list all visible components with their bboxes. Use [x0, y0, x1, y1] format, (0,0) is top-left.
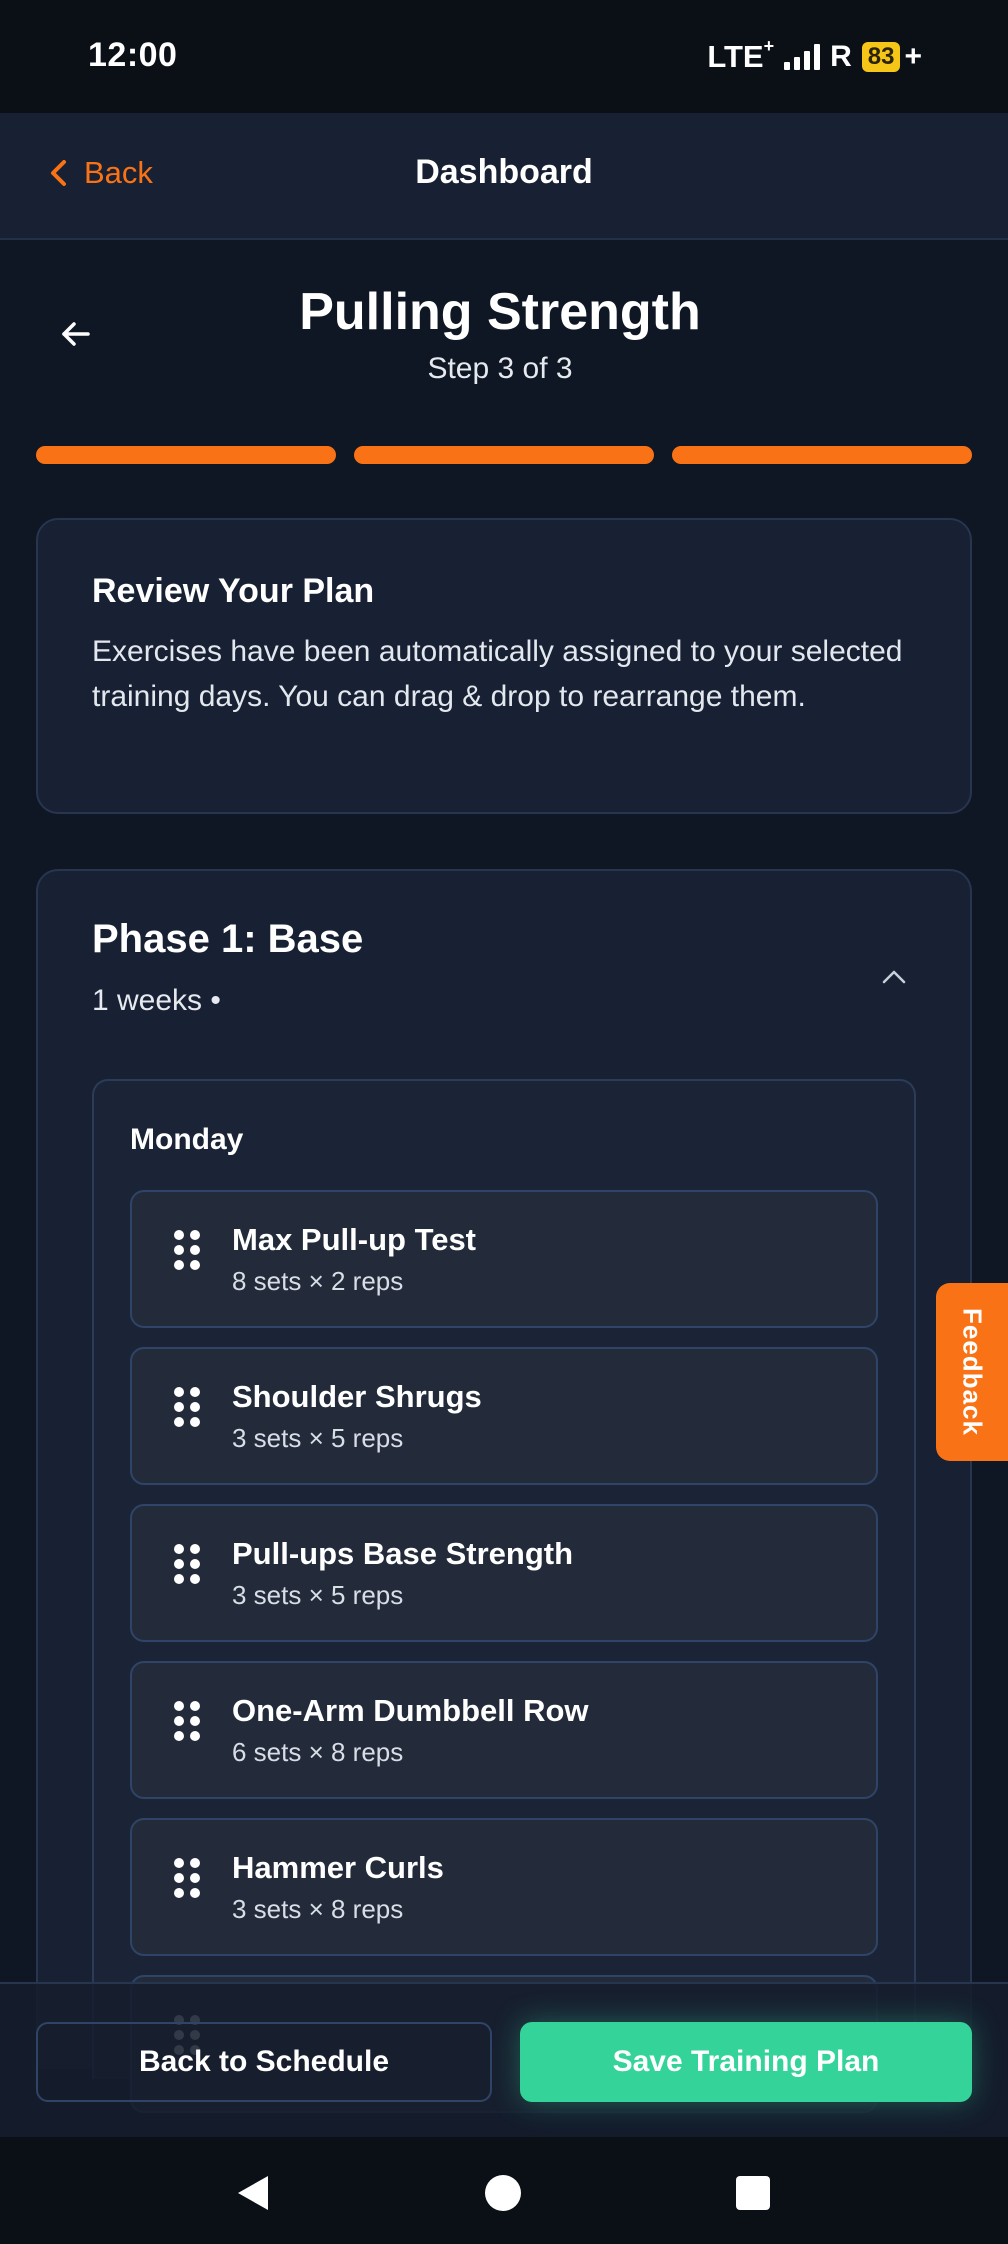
feedback-label: Feedback	[957, 1308, 988, 1436]
save-training-plan-button[interactable]: Save Training Plan	[520, 2022, 972, 2102]
phase-duration: 1 weeks •	[92, 984, 221, 1017]
triangle-back-icon[interactable]	[234, 2173, 272, 2213]
drag-handle-icon[interactable]	[174, 1544, 200, 1588]
system-navigation-bar	[0, 2137, 1008, 2244]
battery-icon: 83	[861, 42, 901, 72]
bottom-action-bar: Back to Schedule Save Training Plan	[0, 1982, 1008, 2137]
review-title: Review Your Plan	[92, 572, 375, 610]
network-type: LTE+	[707, 35, 775, 74]
phase-title: Phase 1: Base	[92, 917, 364, 961]
drag-handle-icon[interactable]	[174, 1858, 200, 1902]
roaming-indicator: R	[830, 40, 852, 73]
review-description: Exercises have been automatically assign…	[92, 635, 903, 713]
phase-card: Phase 1: Base 1 weeks • Monday Max Pull-…	[36, 869, 972, 2113]
exercise-detail: 3 sets × 5 reps	[232, 1580, 404, 1610]
exercise-item[interactable]: Hammer Curls 3 sets × 8 reps	[130, 1818, 878, 1956]
day-card-monday: Monday Max Pull-up Test 8 sets × 2 reps …	[92, 1079, 916, 2113]
status-bar: 12:00 LTE+ R 83 +	[0, 0, 1008, 113]
exercise-item[interactable]: Pull-ups Base Strength 3 sets × 5 reps	[130, 1504, 878, 1642]
step-progress-bar	[36, 446, 972, 464]
exercise-name: Pull-ups Base Strength	[232, 1536, 574, 1571]
back-to-schedule-button[interactable]: Back to Schedule	[36, 2022, 492, 2102]
progress-segment-2	[354, 446, 654, 464]
exercise-name: One-Arm Dumbbell Row	[232, 1693, 589, 1728]
chevron-up-icon[interactable]	[878, 961, 910, 993]
exercise-name: Shoulder Shrugs	[232, 1379, 482, 1414]
circle-home-icon[interactable]	[484, 2173, 522, 2213]
day-label: Monday	[130, 1123, 244, 1156]
status-icons: LTE+ R 83 +	[707, 35, 922, 76]
feedback-tab[interactable]: Feedback	[936, 1283, 1008, 1461]
exercise-name: Hammer Curls	[232, 1850, 444, 1885]
square-recents-icon[interactable]	[734, 2173, 772, 2213]
progress-segment-1	[36, 446, 336, 464]
drag-handle-icon[interactable]	[174, 1701, 200, 1745]
exercise-detail: 8 sets × 2 reps	[232, 1266, 404, 1296]
progress-segment-3	[672, 446, 972, 464]
exercise-item[interactable]: Max Pull-up Test 8 sets × 2 reps	[130, 1190, 878, 1328]
exercise-item[interactable]: Shoulder Shrugs 3 sets × 5 reps	[130, 1347, 878, 1485]
status-time: 12:00	[88, 36, 178, 74]
step-indicator: Step 3 of 3	[427, 352, 573, 385]
drag-handle-icon[interactable]	[174, 1387, 200, 1431]
exercise-name: Max Pull-up Test	[232, 1222, 477, 1257]
charging-icon: +	[904, 40, 922, 73]
exercise-item[interactable]: One-Arm Dumbbell Row 6 sets × 8 reps	[130, 1661, 878, 1799]
exercise-detail: 3 sets × 8 reps	[232, 1894, 404, 1924]
drag-handle-icon[interactable]	[174, 1230, 200, 1274]
nav-title: Dashboard	[415, 153, 593, 191]
exercise-detail: 3 sets × 5 reps	[232, 1423, 404, 1453]
exercise-detail: 6 sets × 8 reps	[232, 1737, 404, 1767]
top-nav-bar: Back Dashboard	[0, 113, 1008, 240]
review-plan-card: Review Your Plan Exercises have been aut…	[36, 518, 972, 814]
page-title: Pulling Strength	[299, 283, 701, 341]
signal-icon	[784, 44, 821, 70]
